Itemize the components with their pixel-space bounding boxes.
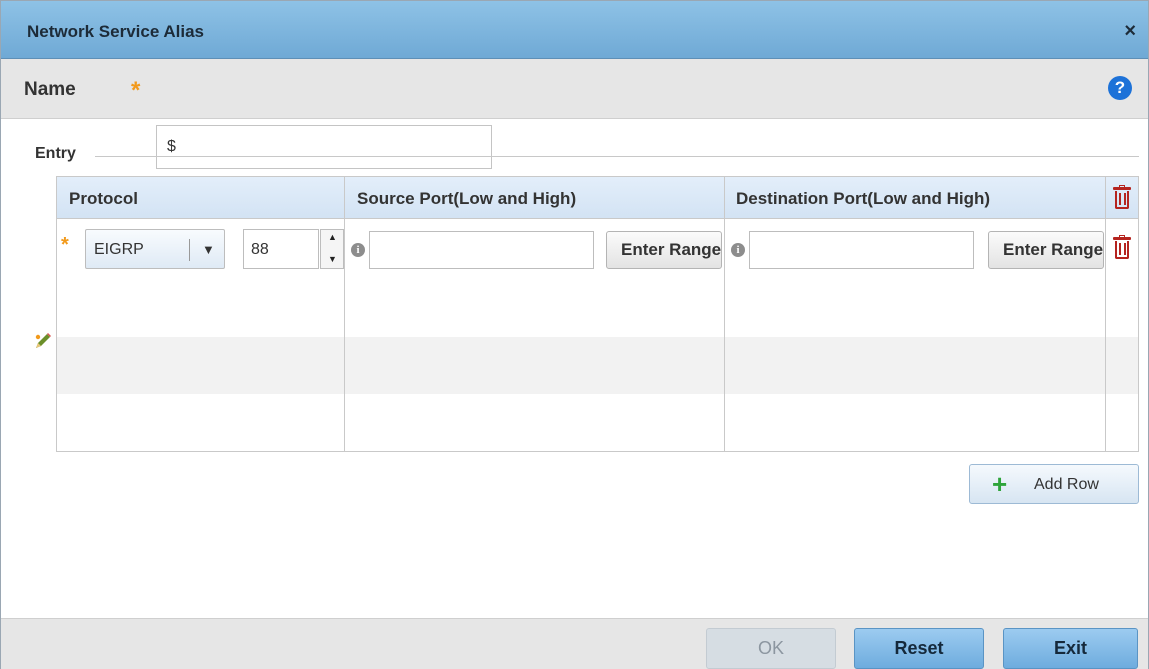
stepper-down-icon[interactable]: ▼ — [328, 254, 337, 264]
add-row-button[interactable]: + Add Row — [969, 464, 1139, 504]
entry-section-label: Entry — [35, 145, 76, 162]
close-icon[interactable]: × — [1124, 21, 1136, 41]
column-header-source-port: Source Port(Low and High) — [357, 189, 577, 208]
ok-button[interactable]: OK — [706, 628, 836, 669]
plus-icon: + — [992, 469, 1008, 499]
column-header-protocol: Protocol — [69, 189, 138, 208]
source-port-input[interactable] — [369, 231, 594, 269]
protocol-number-value: 88 — [251, 241, 269, 258]
dialog-footer: OK Reset Exit — [1, 618, 1148, 669]
protocol-select-value: EIGRP — [94, 241, 144, 258]
stepper-up-icon[interactable]: ▲ — [328, 232, 337, 242]
source-port-info-icon[interactable]: i — [351, 243, 365, 257]
column-header-destination-port: Destination Port(Low and High) — [736, 189, 991, 208]
network-service-alias-dialog: Network Service Alias × Name * ? Entry P… — [0, 0, 1149, 669]
protocol-select[interactable]: EIGRP ▼ — [85, 229, 225, 269]
required-star-icon: * — [131, 77, 141, 104]
name-section: Name * ? — [1, 59, 1148, 169]
entry-table: Protocol Source Port(Low and High) Desti… — [56, 176, 1139, 452]
delete-all-trash-icon[interactable] — [1111, 185, 1133, 211]
destination-enter-range-button[interactable]: Enter Range — [988, 231, 1104, 269]
protocol-number-input[interactable]: 88 — [243, 229, 319, 269]
add-row-label: Add Row — [1034, 476, 1099, 493]
dropdown-arrow-icon: ▼ — [202, 242, 215, 257]
table-header: Protocol Source Port(Low and High) Desti… — [57, 177, 1138, 219]
exit-button[interactable]: Exit — [1003, 628, 1138, 669]
reset-button[interactable]: Reset — [854, 628, 984, 669]
delete-row-trash-icon[interactable] — [1111, 235, 1133, 261]
column-divider — [344, 177, 345, 451]
name-input[interactable] — [156, 125, 492, 169]
row-required-star-icon: * — [61, 234, 69, 256]
edit-row-pencil-icon[interactable] — [33, 331, 53, 351]
dialog-titlebar: Network Service Alias × — [1, 1, 1148, 59]
table-row-stripe — [57, 337, 1138, 394]
select-separator — [189, 239, 190, 261]
source-enter-range-button[interactable]: Enter Range — [606, 231, 722, 269]
destination-port-input[interactable] — [749, 231, 974, 269]
help-icon[interactable]: ? — [1108, 76, 1132, 100]
protocol-number-stepper[interactable]: ▲ ▼ — [320, 229, 344, 269]
dialog-title: Network Service Alias — [27, 22, 205, 41]
name-label: Name — [24, 79, 76, 100]
column-divider — [1105, 177, 1106, 451]
column-divider — [724, 177, 725, 451]
entry-divider — [95, 156, 1139, 157]
destination-port-info-icon[interactable]: i — [731, 243, 745, 257]
